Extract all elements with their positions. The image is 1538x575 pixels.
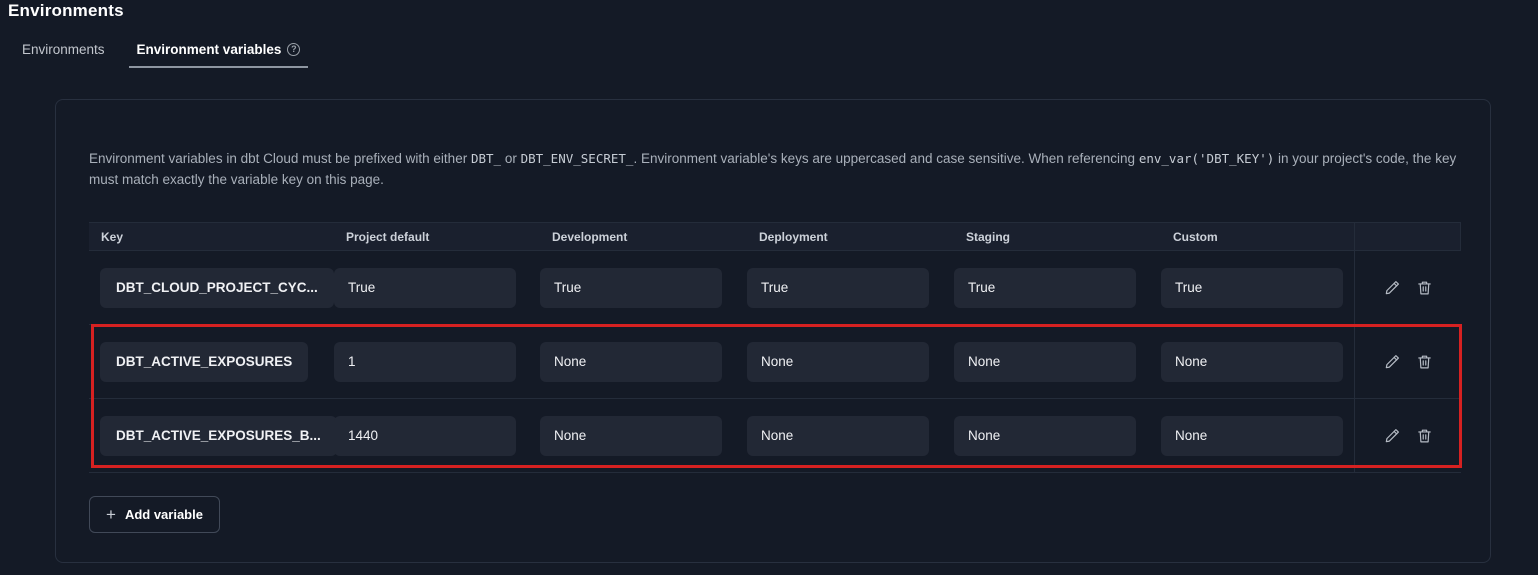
variable-key: DBT_CLOUD_PROJECT_CYC... bbox=[100, 268, 334, 308]
tab-label: Environments bbox=[22, 42, 105, 57]
variable-value: True bbox=[747, 268, 929, 308]
description: Environment variables in dbt Cloud must … bbox=[89, 149, 1457, 190]
variable-value: None bbox=[540, 416, 722, 456]
variable-value: None bbox=[954, 416, 1136, 456]
delete-trash-icon[interactable] bbox=[1415, 279, 1433, 297]
value-cell: True bbox=[1161, 251, 1354, 324]
description-text: or bbox=[501, 151, 521, 166]
value-cell: True bbox=[540, 251, 747, 324]
row-actions bbox=[1354, 251, 1461, 324]
add-variable-button[interactable]: + Add variable bbox=[89, 496, 220, 533]
help-icon[interactable]: ? bbox=[287, 43, 300, 56]
variable-value: None bbox=[540, 342, 722, 382]
table-row: DBT_ACTIVE_EXPOSURES_B... 1440 None None No… bbox=[89, 399, 1461, 473]
table-row: DBT_CLOUD_PROJECT_CYC... True True True Tru… bbox=[89, 251, 1461, 325]
delete-trash-icon[interactable] bbox=[1415, 427, 1433, 445]
value-cell: True bbox=[747, 251, 954, 324]
tab-bar: Environments Environment variables ? bbox=[22, 42, 308, 68]
code-snippet: DBT_ bbox=[471, 151, 501, 166]
variable-value: True bbox=[540, 268, 722, 308]
variable-value: None bbox=[954, 342, 1136, 382]
value-cell: 1440 bbox=[334, 399, 540, 472]
column-header: Development bbox=[540, 230, 747, 244]
edit-pencil-icon[interactable] bbox=[1383, 279, 1401, 297]
variables-table: KeyProject defaultDevelopmentDeploymentS… bbox=[89, 222, 1461, 473]
column-header: Staging bbox=[954, 230, 1161, 244]
row-actions bbox=[1354, 399, 1461, 472]
tab-label: Environment variables bbox=[137, 42, 282, 57]
code-snippet: env_var('DBT_KEY') bbox=[1139, 151, 1274, 166]
column-header: Key bbox=[89, 230, 334, 244]
variable-value: True bbox=[1161, 268, 1343, 308]
value-cell: 1 bbox=[334, 325, 540, 398]
variable-key: DBT_ACTIVE_EXPOSURES_B... bbox=[100, 416, 337, 456]
key-cell: DBT_ACTIVE_EXPOSURES_B... bbox=[89, 399, 334, 472]
row-actions bbox=[1354, 325, 1461, 398]
description-text: Environment variables in dbt Cloud must … bbox=[89, 151, 471, 166]
key-cell: DBT_CLOUD_PROJECT_CYC... bbox=[89, 251, 334, 324]
table-body: DBT_CLOUD_PROJECT_CYC... True True True Tru… bbox=[89, 251, 1461, 473]
value-cell: None bbox=[540, 399, 747, 472]
key-cell: DBT_ACTIVE_EXPOSURES bbox=[89, 325, 334, 398]
add-variable-label: Add variable bbox=[125, 507, 203, 522]
value-cell: None bbox=[1161, 399, 1354, 472]
table-header-row: KeyProject defaultDevelopmentDeploymentS… bbox=[89, 223, 1461, 251]
plus-icon: + bbox=[106, 506, 116, 523]
variable-value: None bbox=[1161, 416, 1343, 456]
value-cell: None bbox=[954, 325, 1161, 398]
variable-value: 1 bbox=[334, 342, 516, 382]
variable-key: DBT_ACTIVE_EXPOSURES bbox=[100, 342, 308, 382]
delete-trash-icon[interactable] bbox=[1415, 353, 1433, 371]
tab-environments[interactable]: Environments bbox=[22, 42, 105, 66]
column-header: Custom bbox=[1161, 230, 1354, 244]
value-cell: None bbox=[747, 325, 954, 398]
variable-value: True bbox=[954, 268, 1136, 308]
variable-value: None bbox=[1161, 342, 1343, 382]
tab-environment-variables[interactable]: Environment variables ? bbox=[129, 42, 309, 68]
environment-variables-panel: Environment variables in dbt Cloud must … bbox=[55, 99, 1491, 563]
code-snippet: DBT_ENV_SECRET_ bbox=[521, 151, 634, 166]
value-cell: None bbox=[1161, 325, 1354, 398]
table-row: DBT_ACTIVE_EXPOSURES 1 None None None None bbox=[89, 325, 1461, 399]
value-cell: True bbox=[954, 251, 1161, 324]
variable-value: None bbox=[747, 342, 929, 382]
value-cell: None bbox=[954, 399, 1161, 472]
column-header: Deployment bbox=[747, 230, 954, 244]
page-title: Environments bbox=[8, 1, 124, 21]
column-header: Project default bbox=[334, 230, 540, 244]
edit-pencil-icon[interactable] bbox=[1383, 427, 1401, 445]
variable-value: 1440 bbox=[334, 416, 516, 456]
value-cell: True bbox=[334, 251, 540, 324]
variable-value: None bbox=[747, 416, 929, 456]
value-cell: None bbox=[747, 399, 954, 472]
variable-value: True bbox=[334, 268, 516, 308]
description-text: . Environment variable's keys are upperc… bbox=[633, 151, 1138, 166]
actions-column-header bbox=[1354, 223, 1461, 250]
value-cell: None bbox=[540, 325, 747, 398]
edit-pencil-icon[interactable] bbox=[1383, 353, 1401, 371]
